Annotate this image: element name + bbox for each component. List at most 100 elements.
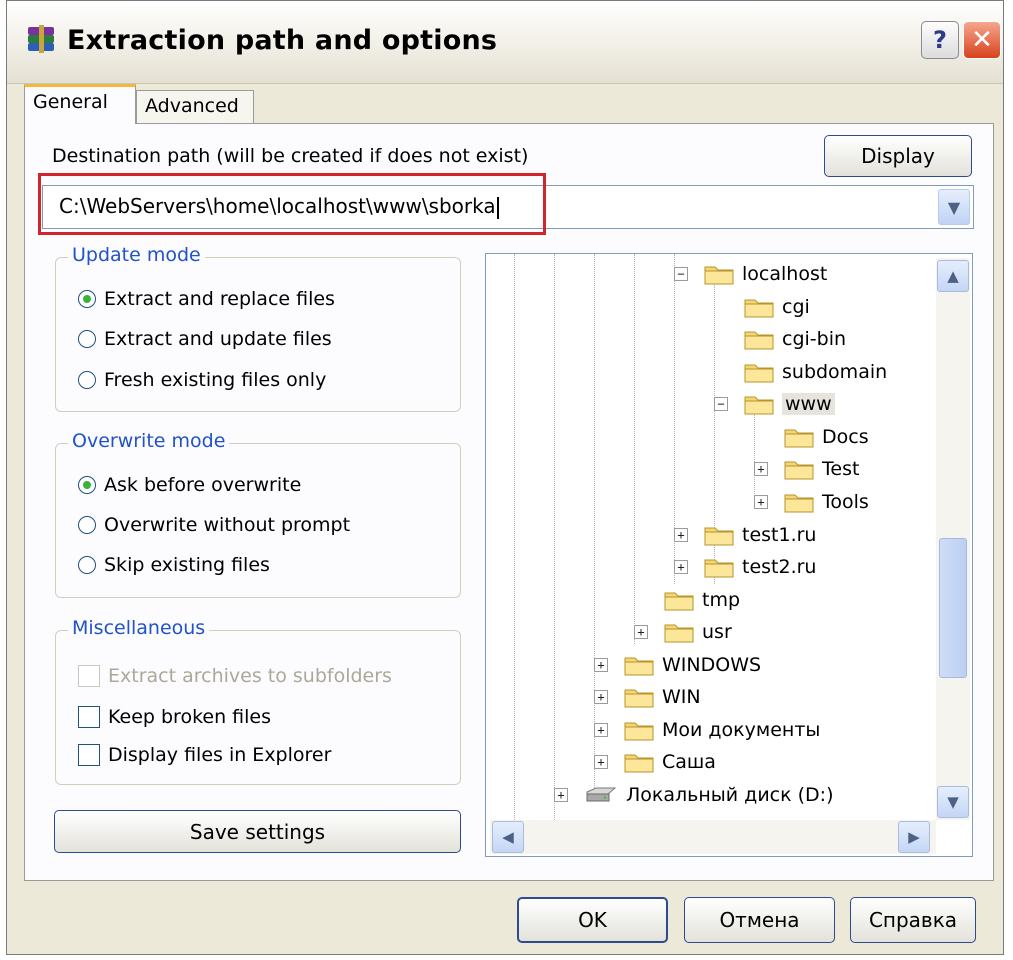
tree-node-usr[interactable]: usr [664,616,732,648]
folder-icon [744,296,774,318]
close-button[interactable]: ✕ [963,21,1001,59]
radio-skip-existing[interactable]: Skip existing files [78,554,270,576]
tree-node-subdomain[interactable]: subdomain [744,356,887,388]
checkbox-display-in-explorer[interactable]: Display files in Explorer [78,744,331,766]
tree-vertical-scrollbar[interactable]: ▲ ▼ [936,258,970,820]
tree-node-label[interactable]: usr [702,621,732,643]
expand-icon[interactable]: + [634,625,648,639]
tree-node-label[interactable]: Test [822,458,859,480]
folder-icon [624,686,654,708]
tree-node-docs[interactable]: Docs [784,421,869,453]
expand-icon[interactable]: + [674,560,688,574]
tree-guide-line [594,254,595,794]
update-mode-group: Update mode Extract and replace files Ex… [55,244,461,412]
tree-node-test2-ru[interactable]: test2.ru [704,551,816,583]
tree-node-cgi-bin[interactable]: cgi-bin [744,323,846,355]
tree-node-test[interactable]: Test [784,453,859,485]
drive-icon [584,784,618,806]
tree-node-label[interactable]: localhost [742,263,827,285]
tree-node-локальный-диск-d-[interactable]: Локальный диск (D:) [584,779,834,811]
scroll-right-icon[interactable]: ▶ [898,821,930,853]
radio-extract-update[interactable]: Extract and update files [78,328,332,350]
tree-node-label[interactable]: cgi-bin [782,328,846,350]
collapse-icon[interactable]: − [674,267,688,281]
tree-node-label[interactable]: Локальный диск (D:) [626,784,834,806]
radio-fresh-existing[interactable]: Fresh existing files only [78,369,326,391]
folder-icon [784,458,814,480]
expand-icon[interactable]: + [594,658,608,672]
help-title-button[interactable]: ? [921,21,959,59]
tree-node-cgi[interactable]: cgi [744,291,810,323]
radio-overwrite-without-prompt[interactable]: Overwrite without prompt [78,514,350,536]
miscellaneous-group: Miscellaneous Extract archives to subfol… [55,617,461,785]
display-button[interactable]: Display [824,135,972,177]
radio-button-selected[interactable] [78,476,96,494]
tab-general[interactable]: General [24,84,136,124]
folder-tree[interactable]: localhost − cgi cgi-bin subdomain www − Docs Tes… [485,253,973,857]
title-bar[interactable]: Extraction path and options ? ✕ [7,1,1003,84]
help-button[interactable]: Справка [850,897,976,943]
scrollbar-thumb[interactable] [939,538,967,678]
expand-icon[interactable]: + [594,755,608,769]
checkbox-keep-broken-files[interactable]: Keep broken files [78,706,271,728]
scroll-up-icon[interactable]: ▲ [937,260,969,292]
save-settings-button[interactable]: Save settings [54,810,461,853]
folder-icon [704,524,734,546]
tree-node-label[interactable]: Саша [662,751,716,773]
scroll-down-icon[interactable]: ▼ [937,786,969,818]
tree-node-label[interactable]: www [782,393,835,415]
radio-button[interactable] [78,556,96,574]
radio-button-selected[interactable] [78,290,96,308]
tree-node-label[interactable]: test2.ru [742,556,816,578]
tree-node-win[interactable]: WIN [624,681,701,713]
expand-icon[interactable]: + [754,495,768,509]
ok-button[interactable]: OK [517,897,668,943]
tree-node-label[interactable]: Docs [822,426,869,448]
winrar-app-icon [28,25,54,53]
folder-icon [624,654,654,676]
cancel-button[interactable]: Отмена [684,897,835,943]
radio-ask-before-overwrite[interactable]: Ask before overwrite [78,474,301,496]
tree-horizontal-scrollbar[interactable]: ◀ ▶ [490,820,936,854]
tree-node-label[interactable]: cgi [782,296,810,318]
tree-node-test1-ru[interactable]: test1.ru [704,519,816,551]
checkbox[interactable] [78,706,100,728]
tab-advanced[interactable]: Advanced [136,90,254,124]
checkbox-label: Display files in Explorer [108,744,332,766]
tree-node-label[interactable]: Мои документы [662,719,820,741]
expand-icon[interactable]: + [594,723,608,737]
radio-label: Overwrite without prompt [104,514,351,536]
tree-node-label[interactable]: tmp [702,589,740,611]
tree-node-label[interactable]: subdomain [782,361,887,383]
tree-node-www[interactable]: www [744,388,835,420]
tree-node-label[interactable]: WINDOWS [662,654,761,676]
scroll-left-icon[interactable]: ◀ [492,821,524,853]
radio-label: Skip existing files [104,554,270,576]
destination-path-label: Destination path (will be created if doe… [52,145,529,167]
radio-button[interactable] [78,516,96,534]
miscellaneous-title: Miscellaneous [68,617,210,639]
dialog-title: Extraction path and options [67,25,498,56]
tree-node-tools[interactable]: Tools [784,486,869,518]
folder-icon [664,621,694,643]
tree-node-label[interactable]: Tools [822,491,869,513]
expand-icon[interactable]: + [594,690,608,704]
collapse-icon[interactable]: − [714,397,728,411]
dropdown-arrow-icon[interactable]: ▼ [938,189,970,225]
tree-node-мои-документы[interactable]: Мои документы [624,714,820,746]
expand-icon[interactable]: + [554,788,568,802]
radio-button[interactable] [78,330,96,348]
radio-button[interactable] [78,371,96,389]
checkbox[interactable] [78,744,100,766]
path-highlight-annotation [38,173,546,235]
tree-node-label[interactable]: test1.ru [742,524,816,546]
tree-node-саша[interactable]: Саша [624,746,716,778]
tree-node-windows[interactable]: WINDOWS [624,649,761,681]
tree-node-label[interactable]: WIN [662,686,701,708]
expand-icon[interactable]: + [674,528,688,542]
tree-node-localhost[interactable]: localhost [704,258,827,290]
radio-extract-replace[interactable]: Extract and replace files [78,288,335,310]
tree-guide-line [554,254,555,854]
expand-icon[interactable]: + [754,462,768,476]
tree-node-tmp[interactable]: tmp [664,584,740,616]
